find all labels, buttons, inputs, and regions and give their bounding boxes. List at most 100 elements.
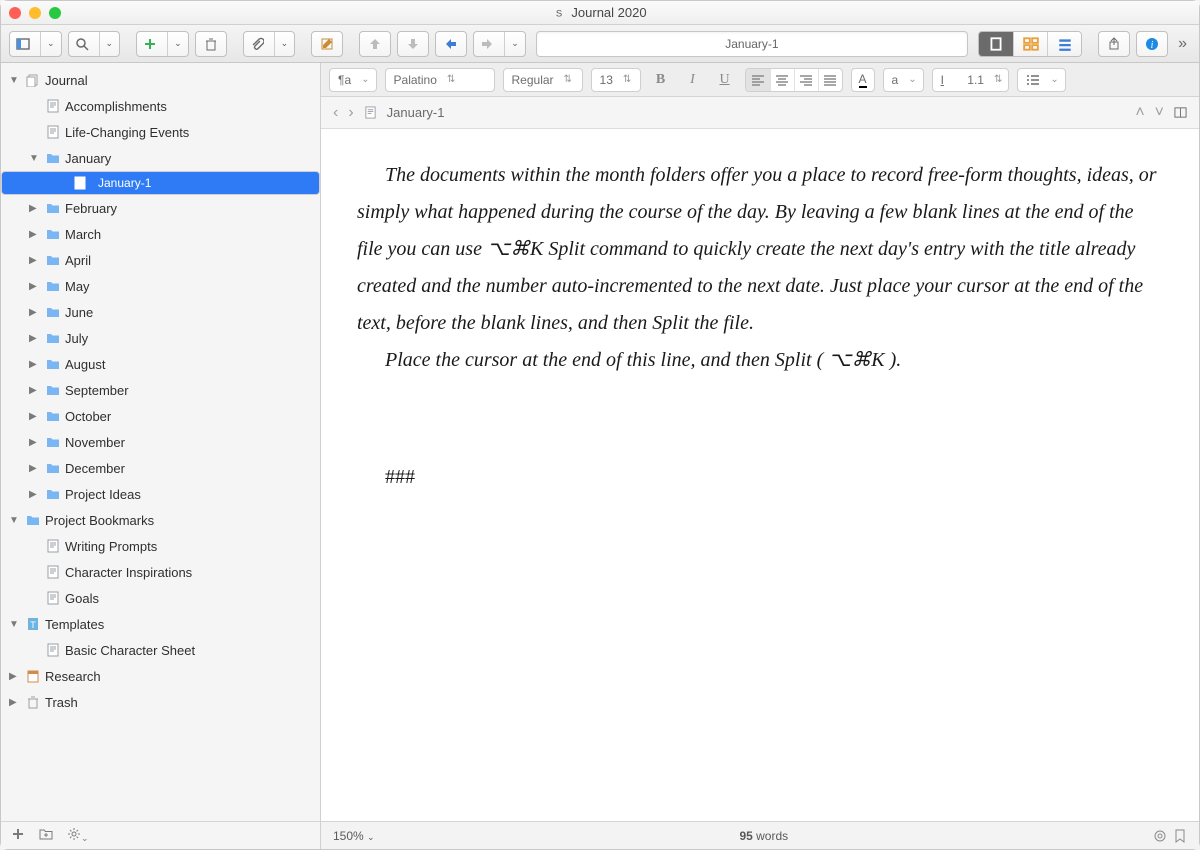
nav-down-button[interactable] <box>397 31 429 57</box>
document-body[interactable]: The documents within the month folders o… <box>321 129 1199 821</box>
binder-item-writing-prompts[interactable]: Writing Prompts <box>1 533 320 559</box>
font-weight-select[interactable]: Regular⇅ <box>503 68 583 92</box>
binder-item-march[interactable]: ▶March <box>1 221 320 247</box>
binder-item-research[interactable]: ▶Research <box>1 663 320 689</box>
disclosure-triangle[interactable]: ▼ <box>9 75 21 86</box>
binder-item-character-inspirations[interactable]: Character Inspirations <box>1 559 320 585</box>
binder-item-templates[interactable]: ▼ Templates <box>1 611 320 637</box>
text-color-button[interactable]: A <box>851 68 875 92</box>
align-left[interactable] <box>746 69 770 91</box>
document-address[interactable]: January-1 <box>536 31 968 57</box>
new-folder-icon <box>39 827 53 841</box>
view-document[interactable] <box>979 32 1013 56</box>
disclosure-triangle[interactable]: ▶ <box>29 229 41 240</box>
disclosure-triangle[interactable]: ▶ <box>29 489 41 500</box>
font-family-select[interactable]: Palatino⇅ <box>385 68 495 92</box>
prev-doc[interactable]: ˄ <box>1135 104 1144 122</box>
line-spacing-select[interactable]: I 1.1⇅ <box>932 68 1010 92</box>
binder-tree[interactable]: ▼ Journal Accomplishments Life-Changing Eve… <box>1 63 320 821</box>
view-corkboard[interactable] <box>1013 32 1047 56</box>
hash-marks: ### <box>357 459 1163 496</box>
binder-item-label: Journal <box>45 73 88 88</box>
font-size-select[interactable]: 13⇅ <box>591 68 641 92</box>
bookmark-icon[interactable] <box>1173 829 1187 843</box>
binder-item-trash[interactable]: ▶Trash <box>1 689 320 715</box>
align-justify[interactable] <box>818 69 842 91</box>
binder-item-january-1[interactable]: January-1 <box>1 171 320 195</box>
target-icon[interactable] <box>1153 829 1167 843</box>
disclosure-triangle[interactable]: ▶ <box>29 463 41 474</box>
disclosure-triangle[interactable]: ▼ <box>9 619 21 630</box>
binder-item-basic-character-sheet[interactable]: Basic Character Sheet <box>1 637 320 663</box>
binder-item-label: April <box>65 253 91 268</box>
next-doc[interactable]: ˅ <box>1155 104 1164 122</box>
history-forward[interactable]: › <box>348 104 353 122</box>
highlight-button[interactable]: a⌄ <box>883 68 924 92</box>
search-button[interactable]: ⌄ <box>68 31 121 57</box>
align-center-icon <box>775 73 789 87</box>
binder-item-project-ideas[interactable]: ▶Project Ideas <box>1 481 320 507</box>
binder-item-june[interactable]: ▶June <box>1 299 320 325</box>
paragraph-2: Place the cursor at the end of this line… <box>357 342 1163 379</box>
zoom-level[interactable]: 150% ⌄ <box>333 829 375 843</box>
binder-item-journal[interactable]: ▼ Journal <box>1 67 320 93</box>
binder-toggle[interactable]: ⌄ <box>9 31 62 57</box>
disclosure-triangle[interactable]: ▶ <box>29 333 41 344</box>
binder-add-button[interactable] <box>11 827 25 844</box>
disclosure-triangle[interactable]: ▶ <box>9 671 21 682</box>
word-count[interactable]: 95 words <box>739 829 788 843</box>
disclosure-triangle[interactable]: ▼ <box>29 153 41 164</box>
nav-back-button[interactable] <box>435 31 467 57</box>
inspector-button[interactable] <box>1136 31 1168 57</box>
disclosure-triangle[interactable]: ▶ <box>29 255 41 266</box>
list-style-select[interactable]: ⌄ <box>1017 68 1065 92</box>
italic-button[interactable]: I <box>681 68 705 92</box>
toolbar-overflow[interactable]: » <box>1174 35 1191 53</box>
align-right[interactable] <box>794 69 818 91</box>
add-button[interactable]: ⌄ <box>136 31 189 57</box>
underline-button[interactable]: U <box>713 68 737 92</box>
binder-item-april[interactable]: ▶ April <box>1 247 320 273</box>
disclosure-triangle[interactable]: ▶ <box>29 281 41 292</box>
nav-forward-button[interactable]: ⌄ <box>473 31 526 57</box>
binder-item-life-changing-events[interactable]: Life-Changing Events <box>1 119 320 145</box>
history-back[interactable]: ‹ <box>333 104 338 122</box>
disclosure-triangle[interactable]: ▶ <box>9 697 21 708</box>
paragraph-style-select[interactable]: ¶a⌄ <box>329 68 377 92</box>
binder-item-october[interactable]: ▶October <box>1 403 320 429</box>
binder-item-september[interactable]: ▶September <box>1 377 320 403</box>
share-button[interactable] <box>1098 31 1130 57</box>
binder-item-label: Life-Changing Events <box>65 125 189 140</box>
align-center[interactable] <box>770 69 794 91</box>
binder-item-august[interactable]: ▶August <box>1 351 320 377</box>
disclosure-triangle[interactable]: ▶ <box>29 437 41 448</box>
nav-up-button[interactable] <box>359 31 391 57</box>
disclosure-triangle[interactable]: ▶ <box>29 385 41 396</box>
binder-item-goals[interactable]: Goals <box>1 585 320 611</box>
binder-item-project-bookmarks[interactable]: ▼Project Bookmarks <box>1 507 320 533</box>
binder-item-february[interactable]: ▶February <box>1 195 320 221</box>
binder-item-may[interactable]: ▶May <box>1 273 320 299</box>
binder-item-label: Templates <box>45 617 104 632</box>
binder-actions-button[interactable]: ⌄ <box>67 827 89 844</box>
binder-item-accomplishments[interactable]: Accomplishments <box>1 93 320 119</box>
split-editor-icon[interactable] <box>1174 106 1187 119</box>
binder-newfolder-button[interactable] <box>39 827 53 844</box>
disclosure-triangle[interactable]: ▶ <box>29 411 41 422</box>
binder-item-july[interactable]: ▶July <box>1 325 320 351</box>
binder-item-november[interactable]: ▶November <box>1 429 320 455</box>
view-outline[interactable] <box>1047 32 1081 56</box>
disclosure-triangle[interactable]: ▶ <box>29 203 41 214</box>
line-spacing-label: 1.1 <box>967 73 984 87</box>
binder-item-label: January-1 <box>98 176 151 190</box>
trash-button[interactable] <box>195 31 227 57</box>
attach-button[interactable]: ⌄ <box>243 31 296 57</box>
binder-item-january[interactable]: ▼January <box>1 145 320 171</box>
binder-item-december[interactable]: ▶December <box>1 455 320 481</box>
left-arrow-icon <box>444 37 458 51</box>
disclosure-triangle[interactable]: ▶ <box>29 359 41 370</box>
compose-button[interactable] <box>311 31 343 57</box>
bold-button[interactable]: B <box>649 68 673 92</box>
disclosure-triangle[interactable]: ▶ <box>29 307 41 318</box>
disclosure-triangle[interactable]: ▼ <box>9 515 21 526</box>
